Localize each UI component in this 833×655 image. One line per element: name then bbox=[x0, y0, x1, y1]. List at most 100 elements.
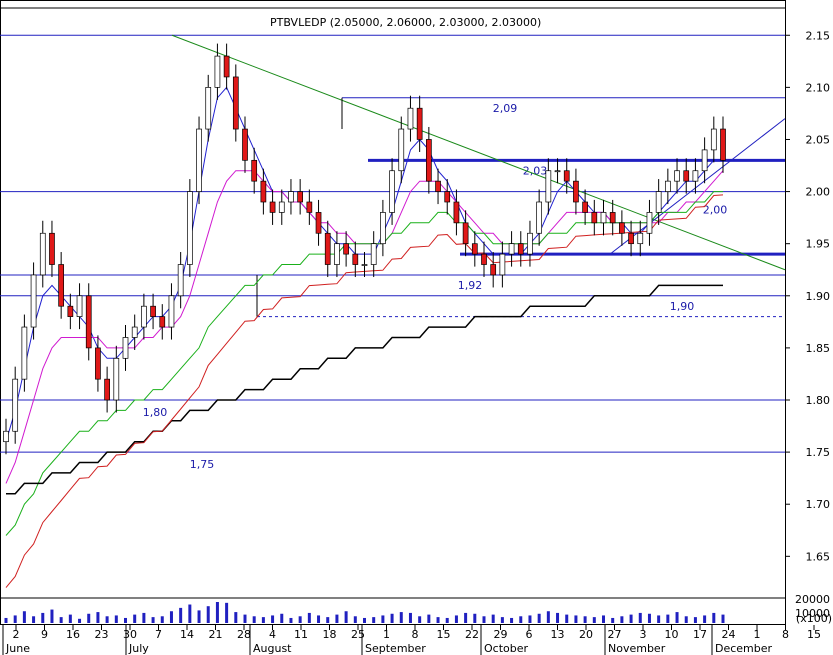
volume-bar bbox=[68, 614, 72, 623]
volume-bar bbox=[114, 615, 118, 623]
volume-bar bbox=[693, 617, 697, 623]
candle-body bbox=[554, 170, 561, 173]
volume-bar bbox=[602, 615, 605, 623]
volume-bar bbox=[59, 617, 63, 623]
volume-bar bbox=[611, 617, 615, 623]
volume-bar bbox=[32, 616, 36, 623]
volume-bar bbox=[215, 602, 219, 623]
candle-body bbox=[39, 232, 46, 276]
y-tick-label: 2.10 bbox=[806, 81, 831, 94]
volume-bar bbox=[151, 617, 155, 623]
month-label: October bbox=[484, 642, 528, 655]
level-label: 1,80 bbox=[143, 406, 168, 419]
volume-bar bbox=[188, 604, 192, 623]
candle-body bbox=[462, 222, 469, 245]
chart-svg: 2,092,032,001,921,901,801,75 2000010000(… bbox=[0, 0, 832, 655]
candle-body bbox=[223, 55, 230, 78]
candle-body bbox=[720, 128, 726, 161]
volume-scale-note: (x100) bbox=[796, 612, 832, 625]
volume-bar bbox=[427, 614, 431, 623]
month-label: December bbox=[715, 642, 773, 655]
x-tick-label: 2 bbox=[13, 628, 20, 641]
candle-body bbox=[545, 170, 552, 203]
volume-bar bbox=[160, 616, 164, 623]
y-tick-label: 1.80 bbox=[806, 394, 831, 407]
volume-bar bbox=[234, 612, 238, 623]
y-tick-label: 2.15 bbox=[806, 29, 831, 42]
candle-body bbox=[527, 232, 533, 255]
plot-frame bbox=[0, 0, 786, 625]
candle-body bbox=[67, 305, 74, 317]
candle-body bbox=[352, 253, 359, 265]
volume-bar bbox=[464, 612, 468, 623]
volume-bar bbox=[703, 615, 707, 623]
volume-bar bbox=[243, 614, 247, 623]
x-tick-label: 21 bbox=[209, 628, 223, 641]
volume-bar bbox=[298, 616, 302, 623]
candle-body bbox=[288, 191, 294, 203]
volume-bar bbox=[289, 617, 293, 623]
candle-body bbox=[646, 212, 653, 234]
month-label: July bbox=[128, 642, 149, 655]
candle-body bbox=[508, 243, 515, 255]
volume-bar bbox=[142, 612, 146, 623]
candle-body bbox=[425, 139, 432, 182]
candle-body bbox=[214, 55, 221, 88]
x-tick-label: 6 bbox=[526, 628, 533, 641]
x-tick-label: 1 bbox=[754, 628, 761, 641]
volume-bar bbox=[22, 611, 26, 623]
month-label: June bbox=[5, 642, 30, 655]
candle-body bbox=[343, 243, 349, 255]
candle-body bbox=[177, 264, 184, 297]
candle-body bbox=[573, 180, 579, 203]
volume-bar bbox=[482, 616, 486, 623]
volume-bar bbox=[363, 617, 366, 623]
candle-body bbox=[481, 253, 487, 265]
y-tick-label: 1.85 bbox=[806, 342, 831, 355]
y-tick-label: 1.95 bbox=[806, 238, 831, 251]
candle-body bbox=[453, 201, 460, 224]
level-label: 1,92 bbox=[458, 279, 483, 292]
candle-body bbox=[499, 253, 506, 276]
candle-body bbox=[563, 170, 570, 182]
volume-bar bbox=[565, 614, 569, 623]
volume-bar bbox=[124, 617, 127, 623]
volume-bar bbox=[50, 609, 54, 623]
volume-bar bbox=[721, 614, 725, 623]
candle-body bbox=[324, 232, 331, 265]
candle-body bbox=[76, 295, 83, 317]
candle-body bbox=[269, 201, 276, 213]
candle-body bbox=[517, 243, 524, 255]
candle-body bbox=[710, 128, 717, 151]
x-tick-label: 9 bbox=[41, 628, 48, 641]
volume-bar bbox=[592, 617, 596, 623]
candle-body bbox=[186, 191, 193, 265]
x-tick-label: 16 bbox=[66, 628, 80, 641]
volume-bar bbox=[326, 617, 330, 623]
volume-bar bbox=[41, 612, 45, 623]
volume-bar bbox=[638, 612, 642, 623]
volume-bar bbox=[372, 617, 376, 623]
volume-bar bbox=[454, 615, 458, 623]
volume-bar bbox=[510, 617, 514, 623]
candle-body bbox=[407, 107, 414, 130]
volume-bar bbox=[556, 612, 560, 623]
x-tick-label: 28 bbox=[237, 628, 251, 641]
volume-bar bbox=[546, 611, 550, 623]
candle-body bbox=[591, 212, 598, 224]
candle-body bbox=[674, 170, 680, 182]
candle-body bbox=[692, 170, 699, 182]
candle-body bbox=[361, 264, 368, 266]
candle-body bbox=[334, 243, 340, 265]
candle-body bbox=[58, 264, 65, 307]
volume-bar bbox=[445, 617, 449, 623]
volume-bar bbox=[528, 615, 532, 623]
candle-body bbox=[30, 274, 37, 328]
x-tick-label: 22 bbox=[465, 628, 479, 641]
candle-body bbox=[113, 357, 120, 401]
volume-bar bbox=[519, 616, 523, 623]
volume-bar bbox=[307, 612, 311, 623]
x-tick-label: 15 bbox=[437, 628, 451, 641]
candle-body bbox=[3, 430, 9, 443]
candle-body bbox=[609, 212, 616, 224]
